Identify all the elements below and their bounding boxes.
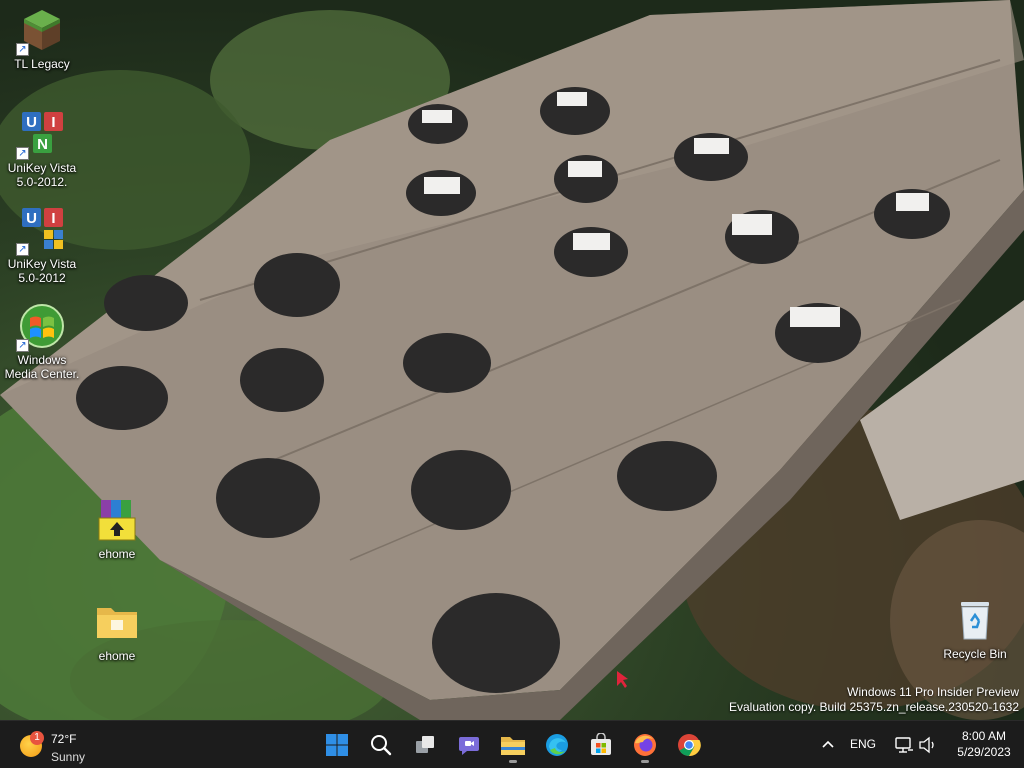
- teams-chat-icon: [459, 737, 479, 755]
- watermark-line-2: Evaluation copy. Build 25375.zn_release.…: [729, 700, 1019, 714]
- shortcut-arrow-icon: ↗: [16, 147, 29, 160]
- desktop-icon-unikey-1[interactable]: U I N ↗ UniKey Vista 5.0-2012.: [0, 110, 84, 189]
- edge-icon: [546, 734, 568, 756]
- unikey-installer-icon: U I ↗: [16, 206, 66, 256]
- desktop-icon-tl-legacy[interactable]: ↗ TL Legacy: [0, 6, 84, 71]
- watermark-line-1: Windows 11 Pro Insider Preview: [847, 685, 1019, 699]
- svg-text:I: I: [51, 114, 55, 131]
- unikey-icon: U I N ↗: [16, 110, 66, 160]
- task-view-icon: [416, 736, 434, 753]
- network-icon: [895, 737, 913, 753]
- weather-condition: Sunny: [51, 750, 86, 764]
- desktop-icon-windows-media-center[interactable]: ↗ Windows Media Center.: [0, 302, 84, 381]
- desktop-icon-label: ehome: [98, 649, 136, 663]
- language-indicator[interactable]: ENG: [850, 737, 876, 751]
- search-icon: [371, 735, 392, 756]
- chat-button[interactable]: [449, 725, 489, 765]
- weather-widget[interactable]: 1 72°F Sunny: [14, 727, 124, 764]
- shortcut-arrow-icon: ↗: [16, 243, 29, 256]
- svg-text:I: I: [51, 210, 55, 227]
- windows-start-icon: [326, 734, 348, 756]
- clock[interactable]: 8:00 AM 5/29/2023: [946, 728, 1022, 760]
- show-hidden-icons-button[interactable]: [816, 733, 840, 757]
- desktop-icon-label: Recycle Bin: [943, 647, 1007, 661]
- taskbar-edge[interactable]: [537, 725, 577, 765]
- desktop-icon-ehome-folder[interactable]: ehome: [75, 598, 159, 663]
- chrome-icon: [678, 734, 701, 757]
- store-icon: [591, 733, 611, 755]
- clock-time: 8:00 AM: [961, 729, 1007, 743]
- svg-text:U: U: [26, 210, 37, 227]
- chevron-up-icon: [822, 740, 834, 748]
- desktop-icon-label: UniKey Vista 5.0-2012.: [7, 161, 77, 189]
- weather-temperature: 72°F: [51, 732, 77, 746]
- notification-badge: 1: [30, 731, 44, 745]
- running-indicator: [509, 760, 517, 763]
- shortcut-arrow-icon: ↗: [16, 339, 29, 352]
- taskbar: 1 72°F Sunny ENG 8:00 AM 5/29/2023: [0, 720, 1024, 768]
- task-view-button[interactable]: [405, 725, 445, 765]
- desktop-icon-label: Windows Media Center.: [4, 353, 80, 381]
- file-explorer-icon: [501, 737, 525, 755]
- desktop-icon-label: UniKey Vista 5.0-2012: [7, 257, 77, 285]
- desktop-icon-label: TL Legacy: [14, 57, 70, 71]
- desktop-icon-label: ehome: [98, 547, 136, 561]
- winrar-archive-icon: [93, 496, 141, 544]
- shortcut-arrow-icon: ↗: [16, 43, 29, 56]
- windows-media-center-icon: ↗: [16, 302, 66, 352]
- taskbar-file-explorer[interactable]: [493, 725, 533, 765]
- desktop-icon-unikey-2[interactable]: U I ↗ UniKey Vista 5.0-2012: [0, 206, 84, 285]
- network-button[interactable]: [894, 735, 914, 755]
- volume-icon: [919, 736, 934, 754]
- minecraft-grass-block-icon: ↗: [16, 6, 66, 56]
- taskbar-firefox[interactable]: [625, 725, 665, 765]
- desktop-icon-recycle-bin[interactable]: Recycle Bin: [933, 596, 1017, 661]
- start-button[interactable]: [317, 725, 357, 765]
- taskbar-chrome[interactable]: [669, 725, 709, 765]
- taskbar-store[interactable]: [581, 725, 621, 765]
- svg-text:U: U: [26, 114, 37, 131]
- running-indicator: [641, 760, 649, 763]
- evaluation-watermark: Windows 11 Pro Insider Preview Evaluatio…: [729, 685, 1019, 715]
- firefox-icon: [634, 734, 656, 756]
- search-button[interactable]: [361, 725, 401, 765]
- clock-date: 5/29/2023: [957, 745, 1011, 759]
- svg-text:N: N: [37, 136, 48, 153]
- folder-icon: [93, 598, 141, 646]
- volume-button[interactable]: [918, 735, 938, 755]
- desktop-icon-ehome-archive[interactable]: ehome: [75, 496, 159, 561]
- recycle-bin-icon: [951, 596, 999, 644]
